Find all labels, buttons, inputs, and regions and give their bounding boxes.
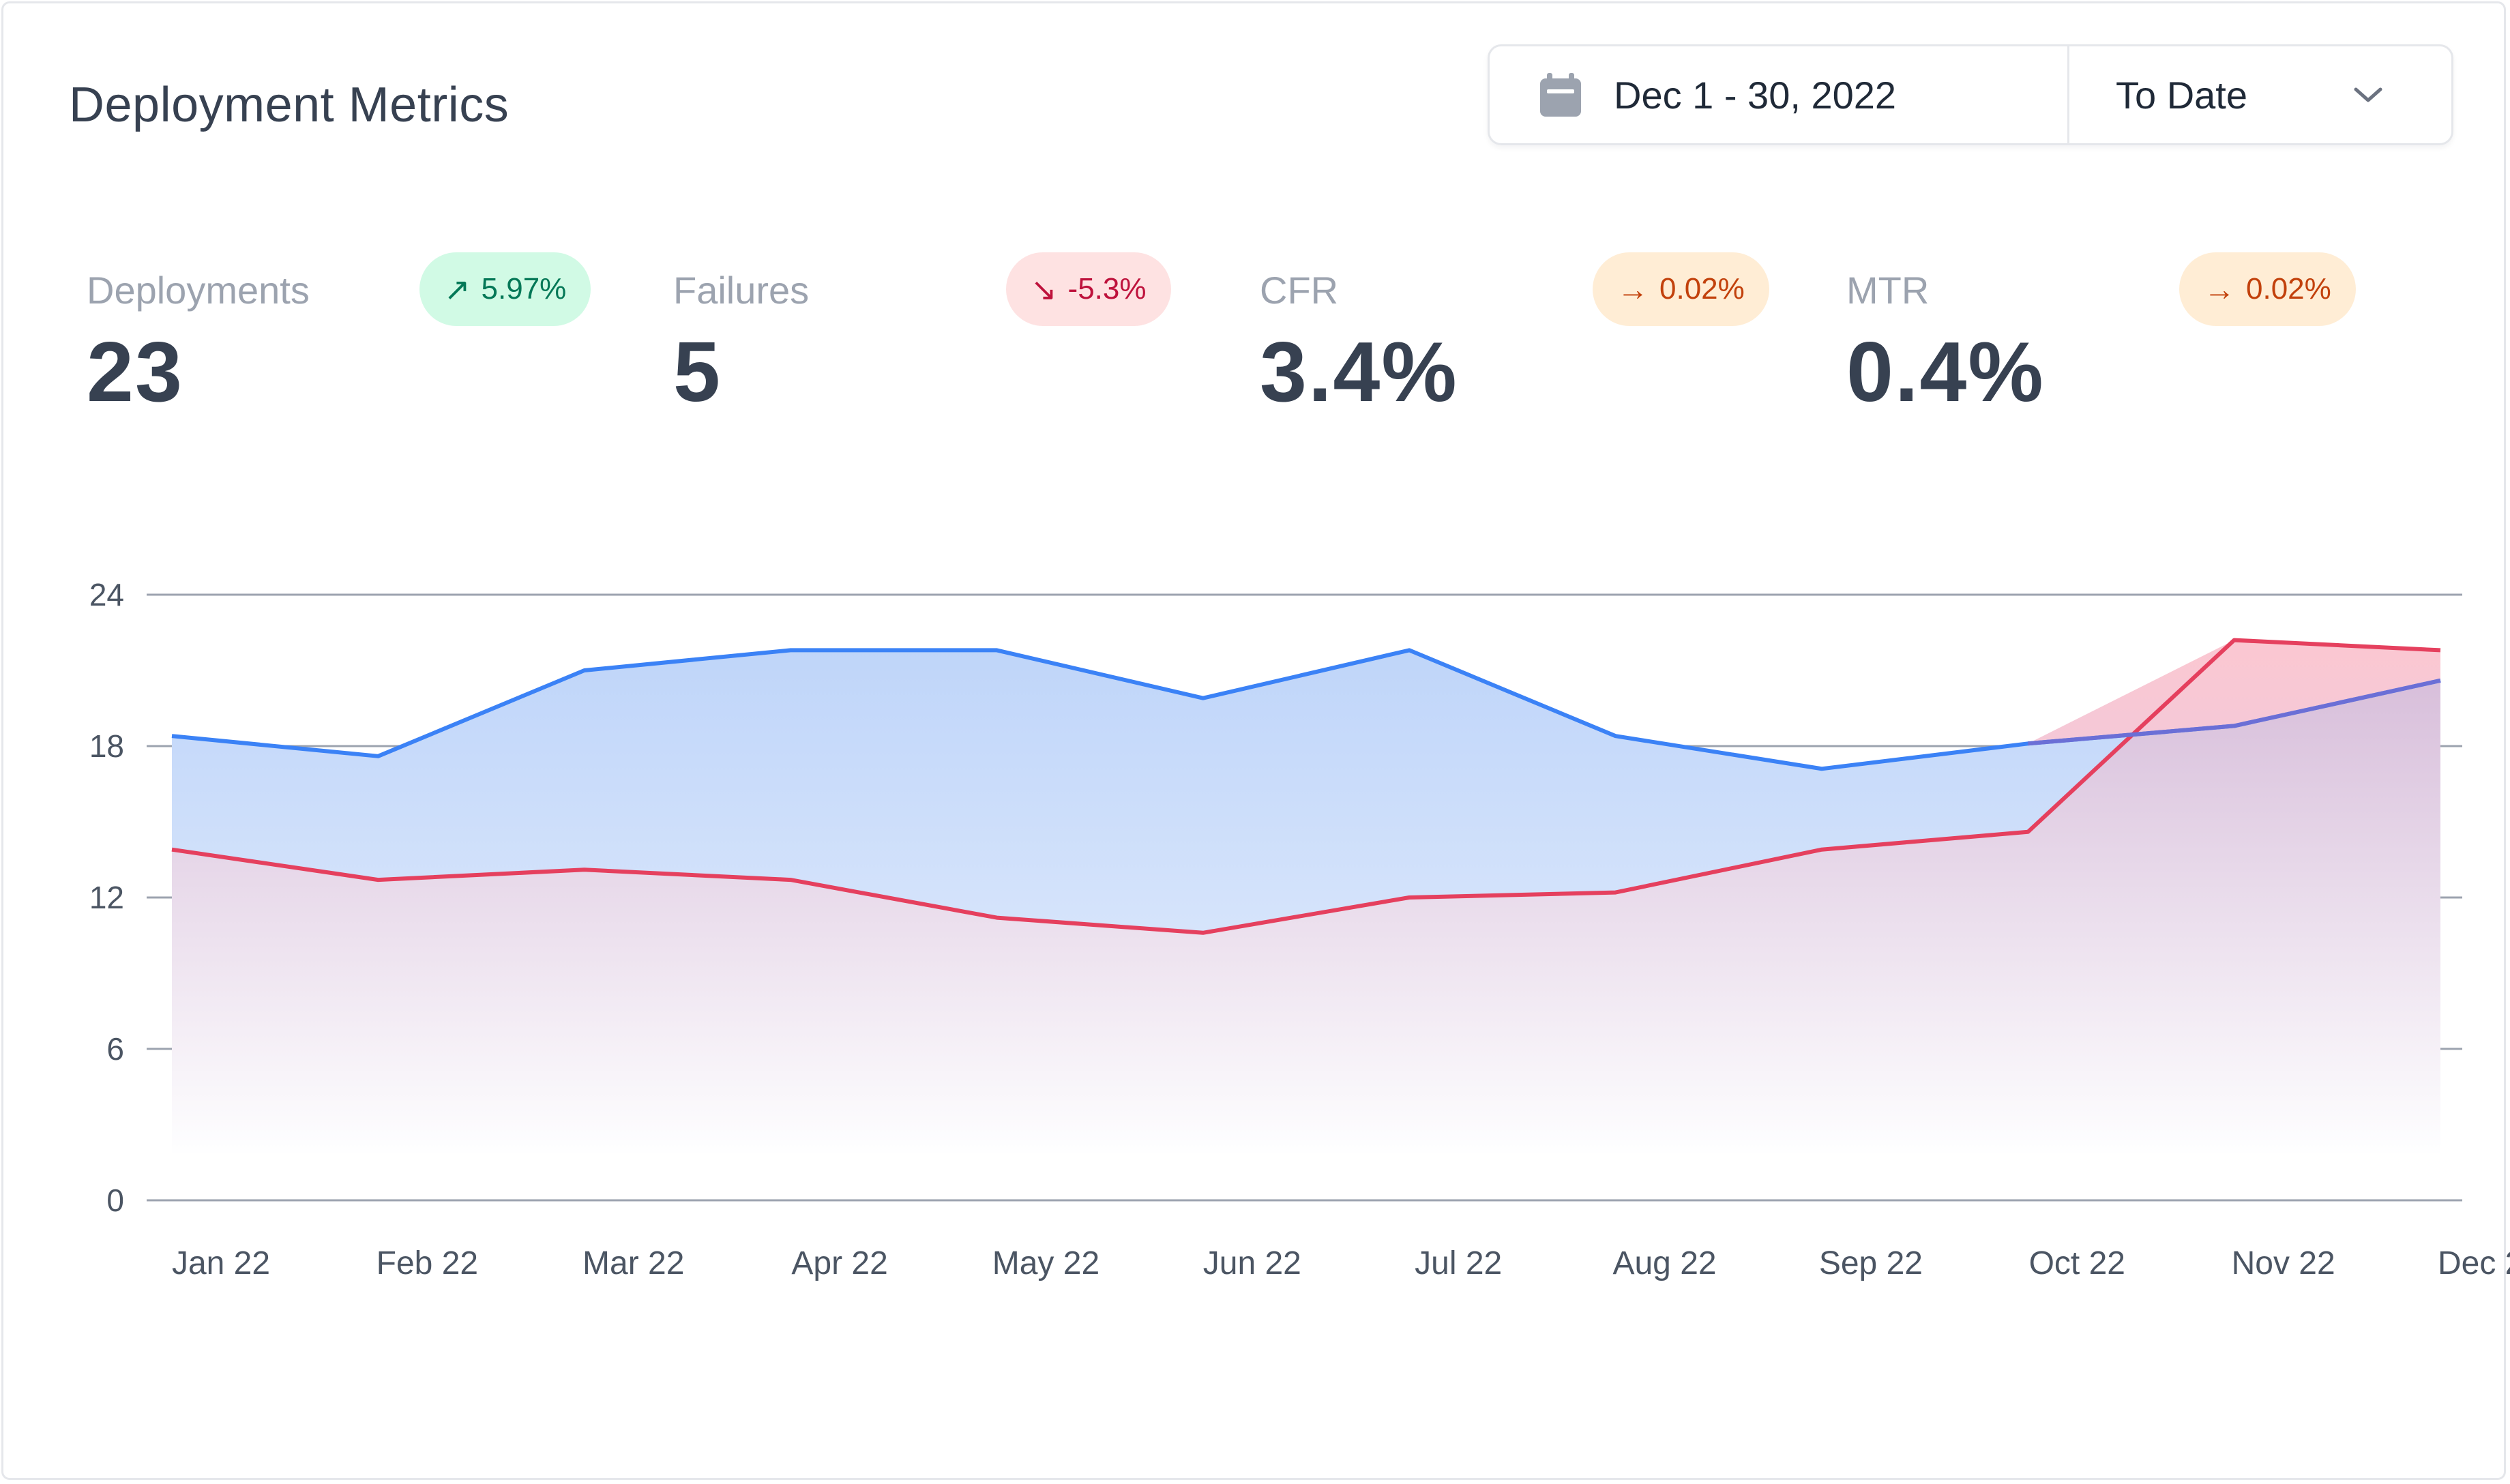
y-tick-label: 12 [89,880,124,915]
x-tick-label: May 22 [992,1245,1099,1281]
x-tick-label: Aug 22 [1612,1245,1716,1281]
x-tick-label: Nov 22 [2232,1245,2335,1281]
x-tick-label: Jun 22 [1203,1245,1301,1281]
x-tick-label: Apr 22 [791,1245,887,1281]
y-tick-label: 24 [89,577,124,612]
x-tick-label: Mar 22 [582,1245,684,1281]
y-tick-label: 6 [106,1031,124,1067]
x-tick-label: Feb 22 [376,1245,478,1281]
deployments-area-chart: 0 6 12 18 24 Jan 22 Feb 22 Mar 22 Apr 22 May 22 Ju… [89,577,2510,1281]
x-tick-label: Dec 22 [2438,1245,2510,1281]
x-tick-label: Jan 22 [172,1245,270,1281]
y-tick-label: 0 [106,1183,124,1218]
x-tick-label: Sep 22 [1819,1245,1923,1281]
x-tick-label: Jul 22 [1415,1245,1502,1281]
x-tick-label: Oct 22 [2029,1245,2125,1281]
y-tick-label: 18 [89,728,124,764]
